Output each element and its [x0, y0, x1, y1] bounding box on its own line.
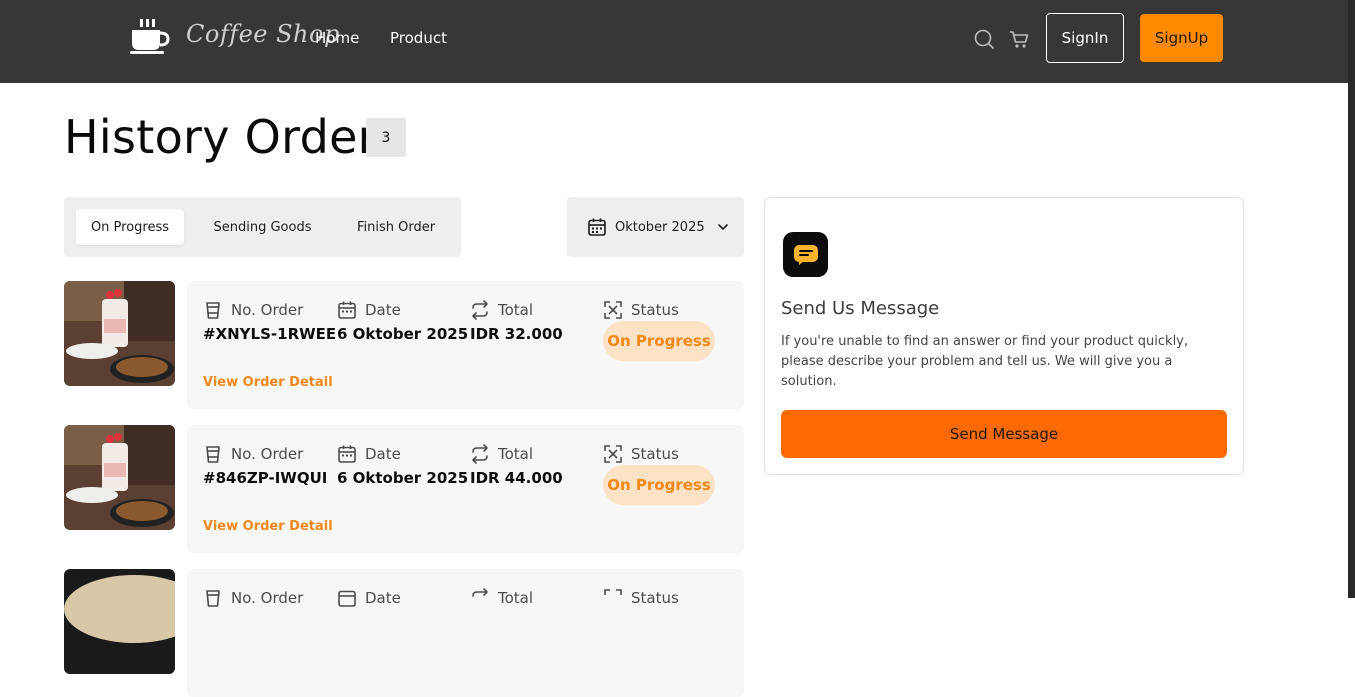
order-total: IDR 44.000: [470, 469, 563, 487]
order-product-image: [64, 569, 175, 674]
coffee-cup-logo-icon: [130, 19, 170, 54]
order-card: No. Order Date Total Status: [187, 569, 744, 697]
loader-icon: [604, 589, 622, 595]
order-no-label: No. Order: [231, 589, 304, 607]
calendar-icon: [338, 445, 356, 463]
calendar-icon: [338, 301, 356, 319]
chat-message-icon: [783, 232, 828, 277]
signup-button[interactable]: SignUp: [1140, 14, 1223, 62]
tab-on-progress[interactable]: On Progress: [76, 209, 184, 245]
total-label: Total: [498, 301, 534, 319]
order-product-image: [64, 281, 175, 386]
loader-icon: [604, 301, 622, 319]
nav-link-product[interactable]: Product: [390, 29, 447, 47]
month-filter-select[interactable]: Oktober 2025: [567, 197, 744, 257]
order-date: 6 Oktober 2025: [337, 469, 469, 487]
cup-icon: [206, 302, 220, 319]
order-no-label: No. Order: [231, 445, 304, 463]
month-filter-value: Oktober 2025: [615, 219, 705, 235]
message-panel-description: If you're unable to find an answer or fi…: [781, 334, 1189, 389]
message-panel-title: Send Us Message: [781, 298, 940, 319]
status-badge: On Progress: [603, 321, 715, 361]
tab-sending-goods[interactable]: Sending Goods: [200, 209, 325, 245]
status-label: Status: [631, 301, 679, 319]
date-label: Date: [365, 301, 401, 319]
send-message-button[interactable]: Send Message: [781, 410, 1227, 458]
order-status-tabs: On Progress Sending Goods Finish Order: [64, 197, 461, 257]
order-card: No. Order #XNYLS-1RWEE Date 6 Oktober 20…: [187, 281, 744, 409]
send-message-panel: Send Us Message If you're unable to find…: [764, 197, 1244, 475]
order-card: No. Order #846ZP-IWQUI Date 6 Oktober 20…: [187, 425, 744, 553]
top-navbar: Coffee Shop Home Product SignIn SignUp: [0, 0, 1355, 83]
order-number: #846ZP-IWQUI: [203, 469, 328, 487]
cart-icon[interactable]: [1008, 28, 1030, 50]
chevron-down-icon: [717, 224, 728, 231]
status-label: Status: [631, 589, 679, 607]
status-label: Status: [631, 445, 679, 463]
order-date: 6 Oktober 2025: [337, 325, 469, 343]
order-count-badge: 3: [366, 118, 406, 157]
nav-link-home[interactable]: Home: [315, 29, 359, 47]
calendar-icon: [338, 590, 356, 607]
order-product-image: [64, 425, 175, 530]
search-icon[interactable]: [973, 28, 995, 50]
total-label: Total: [498, 445, 534, 463]
repeat-icon: [472, 444, 488, 464]
order-number: #XNYLS-1RWEE: [203, 325, 337, 343]
cup-icon: [206, 446, 220, 463]
repeat-icon: [472, 300, 488, 320]
cup-icon: [206, 590, 220, 607]
date-label: Date: [365, 589, 401, 607]
order-no-label: No. Order: [231, 301, 304, 319]
repeat-icon: [472, 588, 488, 597]
total-label: Total: [498, 589, 534, 607]
order-total: IDR 32.000: [470, 325, 563, 343]
loader-icon: [604, 445, 622, 463]
status-badge: On Progress: [603, 465, 715, 505]
signin-button[interactable]: SignIn: [1046, 13, 1124, 63]
page-title: History Order: [64, 110, 377, 164]
date-label: Date: [365, 445, 401, 463]
view-order-detail-link[interactable]: View Order Detail: [203, 375, 333, 390]
view-order-detail-link[interactable]: View Order Detail: [203, 519, 333, 534]
page-scrollbar[interactable]: [1348, 0, 1355, 598]
tab-finish-order[interactable]: Finish Order: [339, 209, 453, 245]
calendar-icon: [588, 218, 606, 236]
